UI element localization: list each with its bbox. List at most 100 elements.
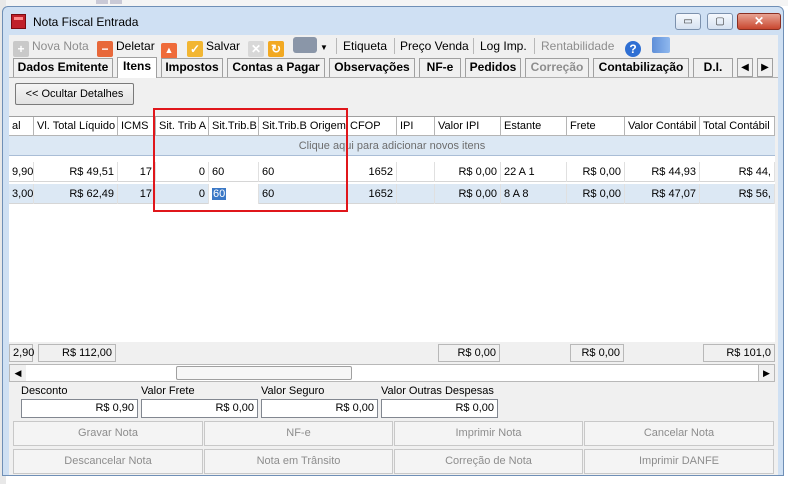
total-frete: R$ 0,00 (570, 344, 624, 362)
table-cell[interactable] (397, 162, 435, 182)
table-cell[interactable]: 1652 (347, 162, 397, 182)
column-header[interactable]: Estante (501, 117, 567, 136)
tab-pedidos[interactable]: Pedidos (465, 58, 521, 77)
table-cell[interactable]: 9,90 (9, 162, 34, 182)
tab-nfe[interactable]: NF-e (419, 58, 461, 77)
column-header[interactable]: al (9, 117, 34, 136)
salvar-button[interactable]: ✓ Salvar (187, 37, 240, 57)
add-item-row[interactable]: Clique aqui para adicionar novos itens (9, 136, 775, 156)
table-cell[interactable]: 3,00 (9, 184, 34, 204)
table-cell[interactable]: 60 (209, 162, 259, 182)
table-cell[interactable]: R$ 0,00 (567, 162, 625, 182)
table-row[interactable]: 3,00 R$ 62,49 17 0 60 60 1652 R$ 0,00 8 … (9, 184, 775, 204)
table-cell[interactable]: R$ 0,00 (435, 184, 501, 204)
items-grid[interactable]: al Vl. Total Líquido ICMS Sit. Trib A Si… (9, 116, 775, 373)
table-cell[interactable]: 0 (156, 184, 209, 204)
column-header[interactable]: Sit.Trib.B Origem (259, 117, 347, 136)
total-valor-ipi: R$ 0,00 (438, 344, 500, 362)
table-cell[interactable]: R$ 49,51 (34, 162, 118, 182)
table-cell[interactable]: R$ 56, (700, 184, 775, 204)
table-cell[interactable]: 60 (259, 184, 347, 204)
tab-contabilizacao[interactable]: Contabilização (593, 58, 689, 77)
tab-contas-a-pagar[interactable]: Contas a Pagar (227, 58, 325, 77)
tab-correcao[interactable]: Correção (525, 58, 589, 77)
table-cell[interactable]: 22 A 1 (501, 162, 567, 182)
valor-outras-label: Valor Outras Despesas (381, 385, 494, 397)
cancel-edit-button[interactable]: ✕ (248, 37, 267, 57)
toolbar-separator (336, 38, 337, 54)
help-button[interactable]: ? (625, 37, 644, 57)
gravar-nota-button[interactable]: Gravar Nota (13, 421, 203, 446)
correcao-de-nota-button[interactable]: Correção de Nota (394, 449, 583, 474)
table-cell[interactable]: 1652 (347, 184, 397, 204)
x-icon: ✕ (248, 41, 264, 57)
scroll-thumb[interactable] (176, 366, 352, 380)
imprimir-danfe-button[interactable]: Imprimir DANFE (584, 449, 774, 474)
move-up-button[interactable]: ▲ (161, 37, 180, 59)
close-button[interactable]: ✕ (737, 13, 781, 30)
title-bar[interactable]: Nota Fiscal Entrada ▭ ▢ ✕ (3, 7, 783, 35)
column-header[interactable]: Valor Contábil (625, 117, 700, 136)
column-header[interactable]: ICMS (118, 117, 156, 136)
scroll-right-icon[interactable]: ▶ (758, 365, 774, 381)
column-header[interactable]: Sit.Trib.B (209, 117, 259, 136)
desconto-field[interactable]: R$ 0,90 (21, 399, 138, 418)
nova-nota-button[interactable]: + Nova Nota (13, 37, 89, 57)
table-cell[interactable]: 60 (259, 162, 347, 182)
table-cell[interactable]: 8 A 8 (501, 184, 567, 204)
valor-frete-label: Valor Frete (141, 385, 195, 397)
horizontal-scrollbar[interactable]: ◀ ▶ (9, 364, 775, 382)
sit-trib-b-editor[interactable]: 60 (209, 184, 259, 204)
deletar-label: Deletar (116, 39, 155, 53)
minimize-button[interactable]: ▭ (675, 13, 701, 30)
tab-observacoes[interactable]: Observações (329, 58, 415, 77)
refresh-icon: ↻ (268, 41, 284, 57)
table-cell[interactable]: 17 (118, 184, 156, 204)
log-imp-button[interactable]: Log Imp. (480, 37, 527, 55)
table-cell[interactable]: 17 (118, 162, 156, 182)
column-header[interactable]: IPI (397, 117, 435, 136)
table-cell[interactable]: R$ 44, (700, 162, 775, 182)
deletar-button[interactable]: − Deletar (97, 37, 155, 57)
column-header[interactable]: CFOP (347, 117, 397, 136)
column-header[interactable]: Sit. Trib A (156, 117, 209, 136)
preco-venda-button[interactable]: Preço Venda (400, 37, 469, 55)
tab-di[interactable]: D.I. (693, 58, 733, 77)
refresh-button[interactable]: ↻ (268, 37, 287, 57)
valor-outras-field[interactable]: R$ 0,00 (381, 399, 498, 418)
descancelar-nota-button[interactable]: Descancelar Nota (13, 449, 203, 474)
table-row[interactable]: 9,90 R$ 49,51 17 0 60 60 1652 R$ 0,00 22… (9, 162, 775, 182)
selected-text[interactable]: 60 (212, 188, 227, 200)
table-cell[interactable]: R$ 0,00 (435, 162, 501, 182)
cancelar-nota-button[interactable]: Cancelar Nota (584, 421, 774, 446)
rentabilidade-button[interactable]: Rentabilidade (541, 37, 614, 55)
column-header[interactable]: Frete (567, 117, 625, 136)
tabs-scroll-right-icon[interactable]: ▶ (757, 58, 773, 77)
ocultar-detalhes-button[interactable]: << Ocultar Detalhes (15, 83, 134, 105)
imprimir-nota-button[interactable]: Imprimir Nota (394, 421, 583, 446)
table-cell[interactable]: 0 (156, 162, 209, 182)
nota-em-transito-button[interactable]: Nota em Trânsito (204, 449, 393, 474)
table-cell[interactable] (397, 184, 435, 204)
column-header[interactable]: Valor IPI (435, 117, 501, 136)
restore-button[interactable]: ▢ (707, 13, 733, 30)
valor-frete-field[interactable]: R$ 0,00 (141, 399, 258, 418)
table-cell[interactable]: R$ 44,93 (625, 162, 700, 182)
column-header[interactable]: Vl. Total Líquido (34, 117, 118, 136)
tab-impostos[interactable]: Impostos (161, 58, 223, 77)
table-cell[interactable]: R$ 0,00 (567, 184, 625, 204)
tab-itens[interactable]: Itens (117, 57, 157, 79)
valor-seguro-field[interactable]: R$ 0,00 (261, 399, 378, 418)
exit-button[interactable] (652, 37, 673, 55)
column-header[interactable]: Total Contábil (700, 117, 775, 136)
nfe-button[interactable]: NF-e (204, 421, 393, 446)
table-cell[interactable]: R$ 62,49 (34, 184, 118, 204)
tabs-scroll-left-icon[interactable]: ◀ (737, 58, 753, 77)
etiqueta-button[interactable]: Etiqueta (343, 37, 387, 55)
tab-dados-emitente[interactable]: Dados Emitente (13, 58, 113, 77)
print-button[interactable]: ▼ (293, 37, 328, 55)
tab-bar: Dados Emitente Itens Impostos Contas a P… (9, 57, 778, 79)
desktop-item (110, 0, 122, 4)
scroll-left-icon[interactable]: ◀ (10, 365, 26, 381)
table-cell[interactable]: R$ 47,07 (625, 184, 700, 204)
